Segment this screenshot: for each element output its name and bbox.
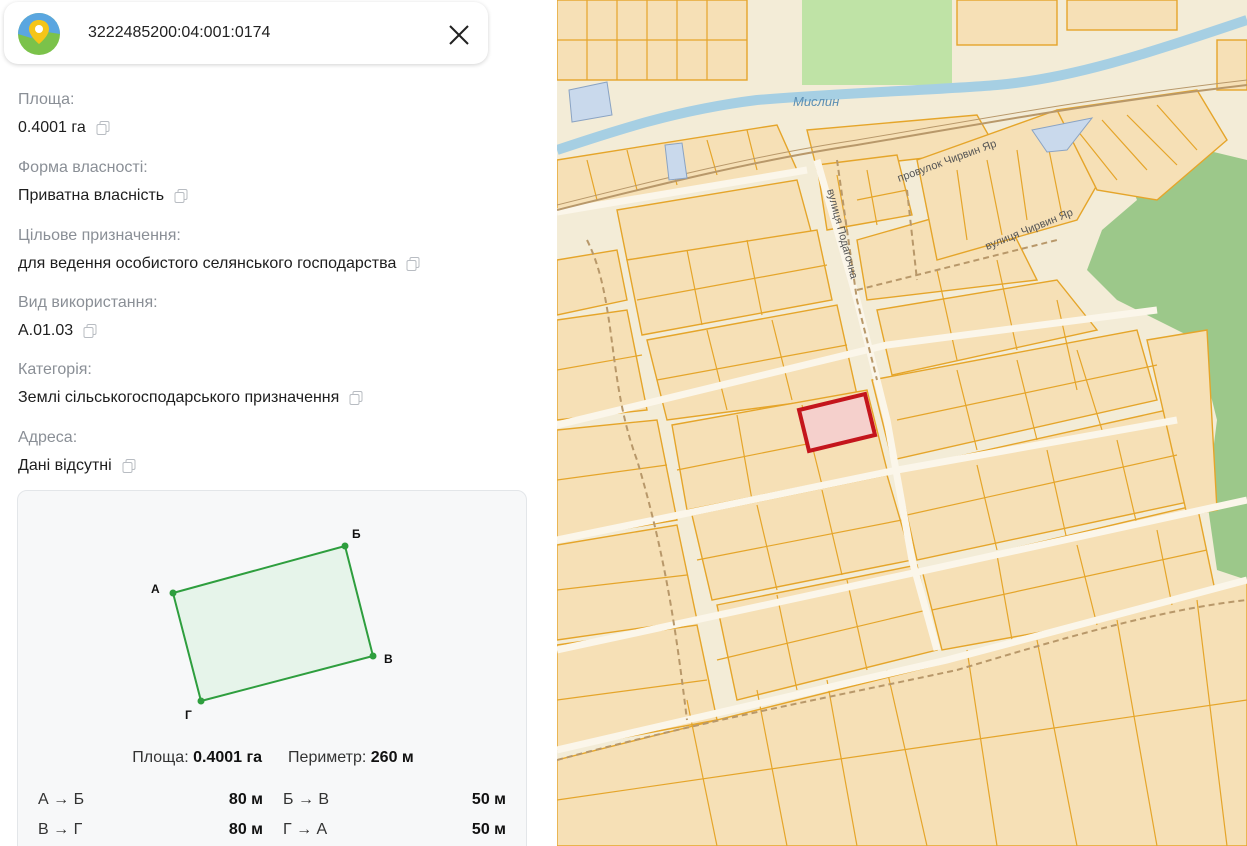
parcel-shape: А Б В Г bbox=[151, 527, 393, 722]
purpose-field: Цільове призначення: для ведення особист… bbox=[18, 225, 421, 276]
parcel-card: А Б В Г Площа: 0.4001 га Периметр: 260 м … bbox=[17, 490, 527, 846]
side-length: 50 м bbox=[471, 821, 506, 838]
vertex-v-dot bbox=[369, 652, 377, 660]
side-name: Б → В bbox=[283, 791, 330, 808]
ownership-field: Форма власності: Приватна власність bbox=[18, 157, 189, 208]
stat-perimeter-label: Периметр: bbox=[288, 749, 367, 766]
side-length: 50 м bbox=[471, 791, 506, 808]
copy-icon[interactable] bbox=[95, 120, 111, 136]
usage-field: Вид використання: A.01.03 bbox=[18, 292, 158, 343]
copy-icon[interactable] bbox=[173, 188, 189, 204]
parcel-stats: Площа: 0.4001 га Периметр: 260 м bbox=[18, 749, 528, 767]
stat-perimeter-value: 260 м bbox=[370, 749, 414, 766]
cadastral-map[interactable]: Мислин провулок Чирвин Яр вулиця Подагоч… bbox=[557, 0, 1247, 846]
vertex-v-label: В bbox=[384, 652, 393, 666]
vertex-b-label: Б bbox=[352, 527, 361, 541]
stat-area-label: Площа: bbox=[132, 749, 189, 766]
category-field: Категорія: Землі сільськогосподарського … bbox=[18, 359, 364, 410]
parcel-polygon bbox=[171, 544, 375, 703]
side-lengths: А → Б 80 м Б → В 50 м В → Г 80 м Г → А 5… bbox=[38, 791, 508, 846]
vertex-g-dot bbox=[197, 697, 205, 705]
copy-icon[interactable] bbox=[405, 256, 421, 272]
area-field: Площа: 0.4001 га bbox=[18, 89, 111, 140]
vertex-a-dot bbox=[169, 589, 177, 597]
address-field: Адреса: Дані відсутні bbox=[18, 427, 137, 478]
ownership-label: Форма власності: bbox=[18, 159, 148, 176]
info-panel: 3222485200:04:001:0174 Площа: 0.4001 га … bbox=[0, 0, 557, 846]
copy-icon[interactable] bbox=[121, 458, 137, 474]
side-length: 80 м bbox=[228, 821, 263, 838]
address-label: Адреса: bbox=[18, 429, 78, 446]
usage-label: Вид використання: bbox=[18, 294, 158, 311]
copy-icon[interactable] bbox=[348, 390, 364, 406]
map-pin-logo-icon[interactable] bbox=[17, 12, 61, 56]
category-value: Землі сільськогосподарського призначення bbox=[18, 389, 340, 406]
category-label: Категорія: bbox=[18, 361, 92, 378]
purpose-value: для ведення особистого селянського госпо… bbox=[18, 255, 397, 272]
vertex-g-label: Г bbox=[185, 708, 192, 722]
search-bar: 3222485200:04:001:0174 bbox=[4, 2, 488, 64]
side-row: В → Г 80 м Г → А 50 м bbox=[38, 821, 508, 846]
green-field bbox=[802, 0, 952, 85]
stat-area-value: 0.4001 га bbox=[193, 749, 263, 766]
river-label: Мислин bbox=[793, 94, 839, 109]
side-row: А → Б 80 м Б → В 50 м bbox=[38, 791, 508, 821]
side-name: В → Г bbox=[38, 821, 83, 838]
area-value: 0.4001 га bbox=[18, 119, 86, 136]
copy-icon[interactable] bbox=[82, 323, 98, 339]
side-name: А → Б bbox=[38, 791, 85, 808]
address-value: Дані відсутні bbox=[18, 457, 112, 474]
side-name: Г → А bbox=[283, 821, 328, 838]
usage-value: A.01.03 bbox=[18, 322, 74, 339]
map-canvas[interactable]: Мислин провулок Чирвин Яр вулиця Подагоч… bbox=[557, 0, 1247, 846]
area-label: Площа: bbox=[18, 91, 75, 108]
ownership-value: Приватна власність bbox=[18, 187, 165, 204]
close-icon[interactable] bbox=[444, 20, 474, 50]
vertex-a-label: А bbox=[151, 582, 160, 596]
cadastral-number: 3222485200:04:001:0174 bbox=[88, 24, 271, 41]
purpose-label: Цільове призначення: bbox=[18, 227, 181, 244]
vertex-b-dot bbox=[341, 542, 349, 550]
side-length: 80 м bbox=[228, 791, 263, 808]
